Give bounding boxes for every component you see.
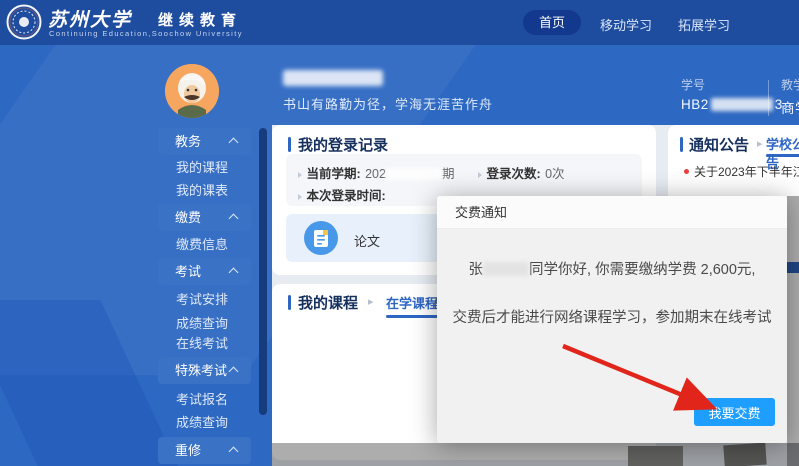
sidebar-group-exam[interactable]: 考试 — [158, 258, 251, 285]
tab-current-courses[interactable]: 在学课程 — [386, 293, 438, 312]
modal-overlay-right — [787, 196, 799, 466]
chevron-up-icon — [229, 447, 239, 457]
sidebar-group-special-exam[interactable]: 特殊考试 — [158, 357, 251, 384]
login-record-title: 我的登录记录 — [298, 134, 388, 155]
student-name-redacted — [483, 262, 529, 276]
my-courses-title: 我的课程 — [298, 292, 358, 313]
logo-subtitle: 继续教育 — [158, 9, 242, 30]
notice-bullet-dot — [684, 169, 689, 174]
user-motto: 书山有路勤为径，学海无涯苦作舟 — [283, 94, 493, 113]
tab-underline — [386, 315, 438, 318]
login-count-row: 登录次数: 0次 — [478, 163, 565, 183]
chevron-up-icon — [229, 138, 239, 148]
student-name-prefix: 张 — [469, 262, 484, 278]
sidebar-group-label: 缴费 — [175, 210, 201, 225]
modal-overlay-bottom — [272, 443, 799, 466]
chevron-right-icon: ▸ — [368, 295, 374, 308]
teaching-point-value: 商学 — [781, 97, 799, 117]
sidebar-item-my-courses[interactable]: 我的课程 — [176, 157, 228, 176]
nav-extended-learning[interactable]: 拓展学习 — [678, 15, 730, 34]
sidebar-group-label: 重修 — [175, 443, 201, 458]
sidebar-group-academic[interactable]: 教务 — [158, 128, 251, 155]
sidebar-group-payment[interactable]: 缴费 — [158, 204, 251, 231]
page: 苏州大学 继续教育 Continuing Education,Soochow U… — [0, 0, 799, 466]
document-icon — [304, 221, 338, 255]
nav-home[interactable]: 首页 — [523, 10, 581, 35]
logo-subtitle-en: Continuing Education,Soochow University — [49, 29, 243, 38]
document-icon-circle — [304, 221, 338, 255]
notice-title: 通知公告 — [689, 134, 749, 155]
triangle-bullet-icon — [478, 172, 482, 178]
section-accent-bar — [288, 295, 291, 310]
login-count-label: 登录次数: — [486, 167, 540, 181]
tab-underline — [766, 154, 799, 157]
sidebar-group-retake[interactable]: 重修 — [158, 437, 251, 464]
triangle-bullet-icon — [298, 194, 302, 200]
notice-item-link[interactable]: 关于2023年下半年江苏省高 — [694, 163, 799, 180]
sidebar-item-exam-registration[interactable]: 考试报名 — [176, 389, 228, 408]
sidebar-item-payment-info[interactable]: 缴费信息 — [176, 234, 228, 253]
chevron-up-icon — [229, 367, 239, 377]
payment-notice-modal: 交费通知 张 同学你好, 你需要缴纳学费 2,600元, 交费后才能进行网络课程学… — [437, 196, 787, 443]
logo-title: 苏州大学 — [48, 5, 132, 32]
modal-title: 交费通知 — [455, 196, 507, 229]
pay-now-button[interactable]: 我要交费 — [694, 398, 775, 426]
sidebar-item-special-grade-query[interactable]: 成绩查询 — [176, 412, 228, 431]
login-count-value: 0次 — [545, 167, 564, 181]
sidebar-group-label: 考试 — [175, 264, 201, 279]
current-term-row: 当前学期: 202 期 — [298, 163, 454, 183]
section-accent-bar — [288, 137, 291, 152]
nav-mobile-learning[interactable]: 移动学习 — [600, 15, 652, 34]
sidebar-item-exam-schedule[interactable]: 考试安排 — [176, 289, 228, 308]
student-id-redacted — [711, 98, 773, 111]
sidebar-group-label: 教务 — [175, 134, 201, 149]
modal-message-line1: 张 同学你好, 你需要缴纳学费 2,600元, — [437, 258, 787, 279]
student-id-label: 学号 — [681, 76, 705, 93]
sidebar-item-grade-query[interactable]: 成绩查询 — [176, 313, 228, 332]
teaching-point-label: 教学 — [781, 76, 799, 93]
banner-divider — [768, 80, 769, 116]
current-term-prefix: 202 — [365, 167, 386, 181]
university-seal-icon — [6, 4, 42, 40]
sidebar-scrollbar[interactable] — [259, 128, 267, 415]
modal-message-line2: 交费后才能进行网络课程学习，参加期末在线考试 — [437, 306, 787, 327]
user-name-redacted — [283, 70, 383, 86]
thesis-shortcut-label: 论文 — [354, 231, 380, 250]
top-header-bar: 苏州大学 继续教育 Continuing Education,Soochow U… — [0, 0, 799, 45]
modal-line1-text: 同学你好, 你需要缴纳学费 2,600元, — [529, 262, 755, 278]
modal-titlebar[interactable]: 交费通知 — [437, 196, 787, 229]
triangle-bullet-icon — [298, 172, 302, 178]
chevron-right-icon: ▸ — [757, 137, 763, 150]
sidebar-item-online-exam[interactable]: 在线考试 — [176, 333, 228, 352]
sidebar-group-label: 特殊考试 — [175, 363, 227, 378]
chevron-up-icon — [229, 268, 239, 278]
current-term-suffix: 期 — [442, 167, 455, 181]
section-accent-bar — [680, 137, 683, 152]
student-id-prefix: HB2 — [681, 97, 709, 112]
sidebar-item-my-timetable[interactable]: 我的课表 — [176, 180, 228, 199]
current-term-redacted — [386, 168, 442, 180]
login-time-row: 本次登录时间: — [298, 185, 386, 205]
chevron-up-icon — [229, 214, 239, 224]
avatar-illustration-icon — [165, 64, 219, 118]
login-time-label: 本次登录时间: — [306, 189, 385, 203]
current-term-label: 当前学期: — [306, 167, 360, 181]
avatar[interactable] — [165, 64, 219, 118]
